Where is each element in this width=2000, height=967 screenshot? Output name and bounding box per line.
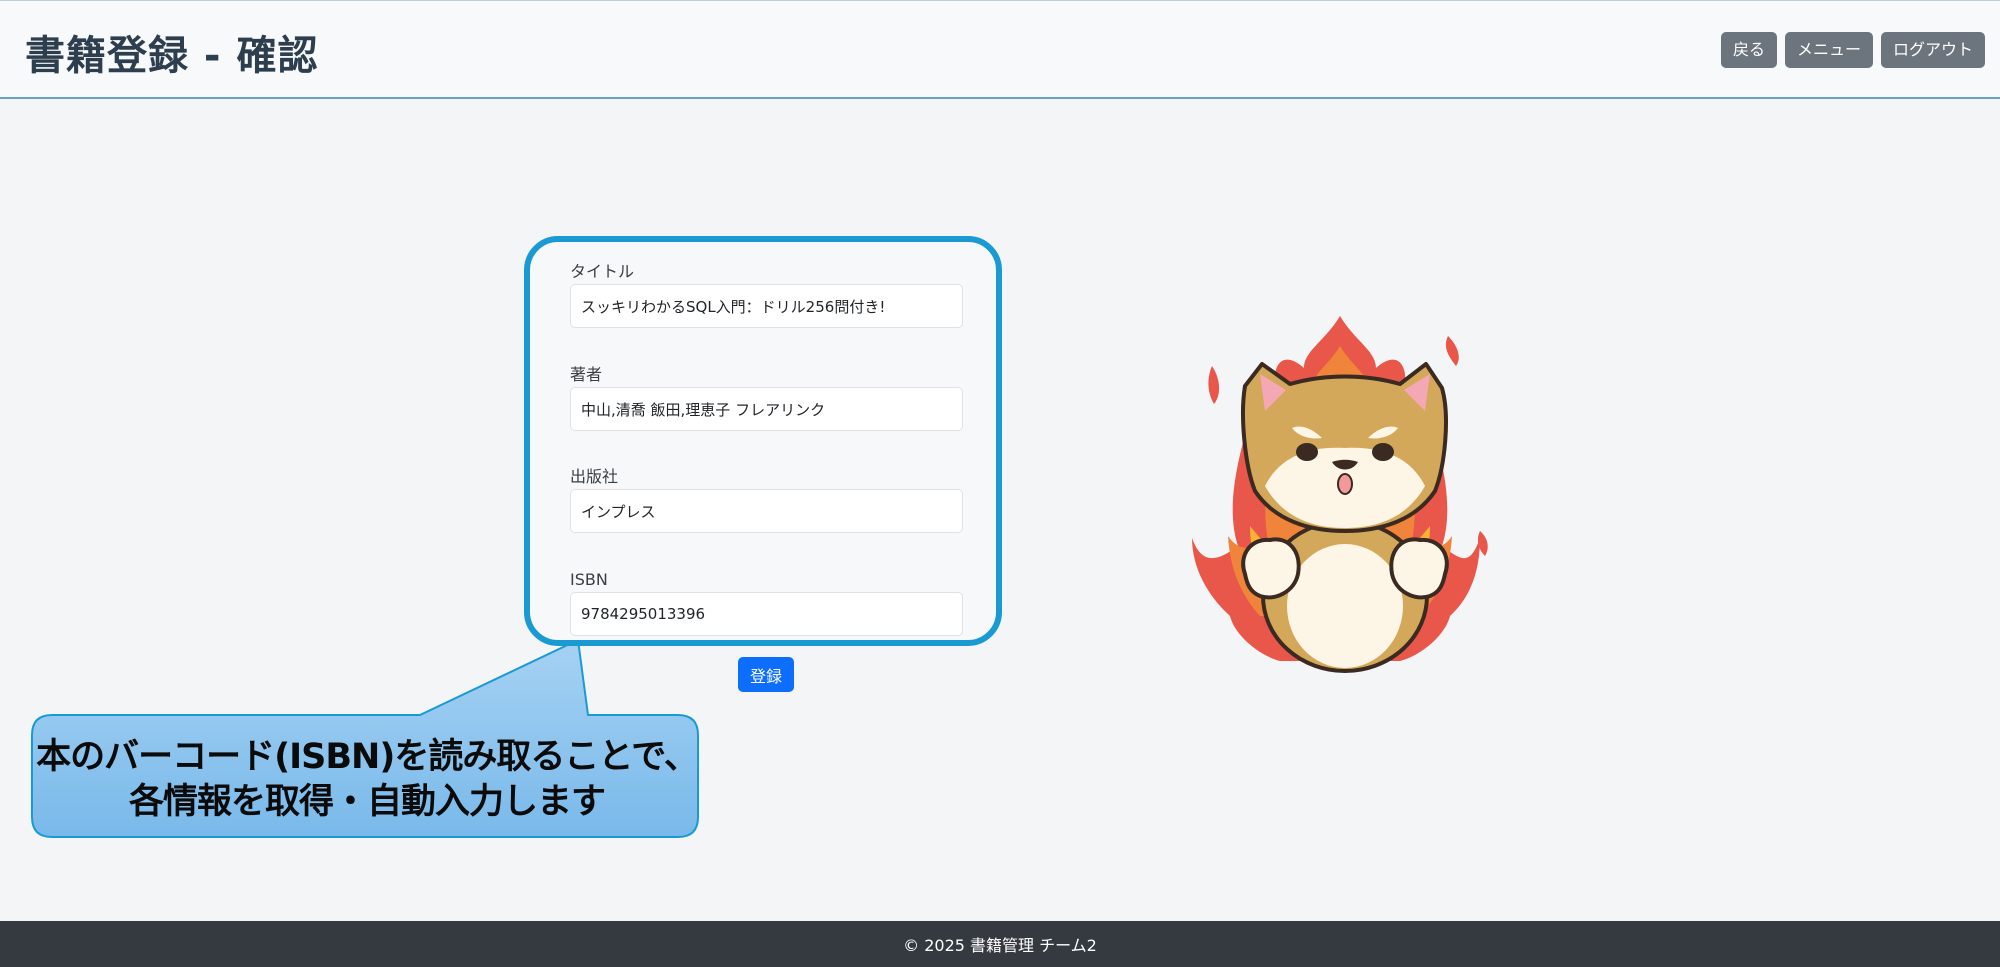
menu-button[interactable]: メニュー [1784,32,1873,68]
author-input[interactable] [570,387,963,431]
callout-text: 本のバーコード(ISBN)を読み取ることで、 各情報を取得・自動入力します [36,730,699,830]
callout-line-1: 本のバーコード(ISBN)を読み取ることで、 [36,737,699,777]
back-button[interactable]: 戻る [1720,32,1777,68]
callout-line-2: 各情報を取得・自動入力します [128,782,606,822]
publisher-field: 出版社 [570,467,963,533]
author-field: 著者 [570,365,963,431]
page-title: 書籍登録 - 確認 [25,33,319,79]
header-nav: 戻る メニュー ログアウト [1720,32,1985,68]
footer-copyright: © 2025 書籍管理 チーム2 [903,936,1097,955]
publisher-label: 出版社 [570,467,619,486]
title-input[interactable] [570,284,963,328]
isbn-field: ISBN [570,570,963,636]
app-header: 書籍登録 - 確認 戻る メニュー ログアウト [0,0,2000,99]
angry-shiba-mascot-icon [1192,316,1488,673]
author-label: 著者 [570,365,603,384]
title-field: タイトル [570,262,963,328]
register-button[interactable]: 登録 [738,657,794,692]
logout-button[interactable]: ログアウト [1880,32,1985,68]
isbn-label: ISBN [570,570,608,589]
app-footer: © 2025 書籍管理 チーム2 [0,921,2000,967]
publisher-input[interactable] [570,489,963,533]
book-info-form: タイトル 著者 出版社 ISBN [524,236,1002,646]
isbn-input[interactable] [570,592,963,636]
title-label: タイトル [570,262,635,281]
